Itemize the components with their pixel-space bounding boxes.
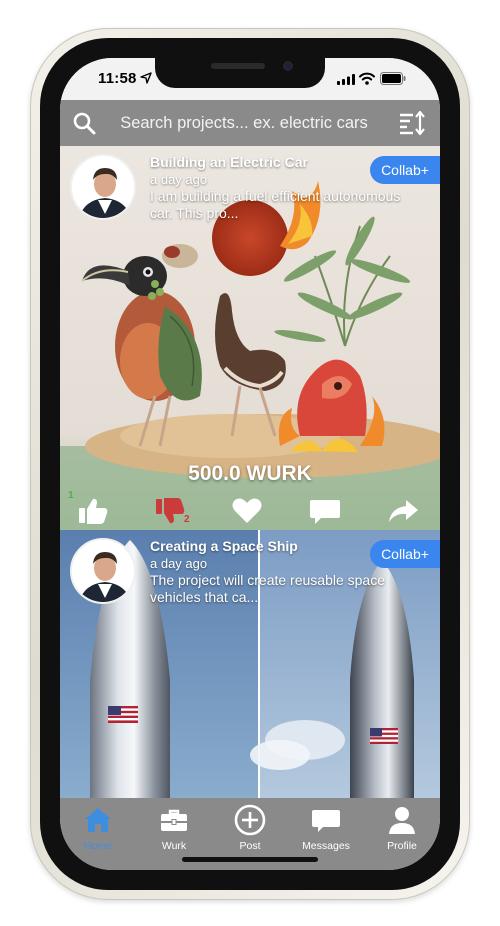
tab-label: Post bbox=[239, 840, 261, 852]
comment-icon[interactable] bbox=[308, 496, 342, 526]
post-description[interactable]: I am building a fuel efficient autonomou… bbox=[150, 188, 412, 222]
heart-icon[interactable] bbox=[230, 496, 264, 526]
tab-label: Messages bbox=[302, 840, 350, 852]
battery-icon bbox=[380, 72, 406, 85]
briefcase-icon bbox=[161, 809, 187, 831]
front-camera bbox=[283, 61, 293, 71]
thumbs-down-icon[interactable] bbox=[153, 496, 187, 526]
post-action-bar: 1 2 bbox=[60, 490, 440, 530]
search-header bbox=[60, 100, 440, 146]
wurk-amount: 500.0 WURK bbox=[188, 462, 312, 485]
wifi-icon bbox=[359, 72, 375, 85]
post-timestamp: a day ago bbox=[150, 556, 208, 571]
tab-home[interactable]: Home bbox=[60, 804, 136, 858]
share-icon[interactable] bbox=[386, 496, 420, 526]
collab-button[interactable]: Collab+ bbox=[370, 540, 440, 568]
post-title[interactable]: Building an Electric Car bbox=[150, 154, 308, 170]
like-count: 1 bbox=[68, 490, 74, 501]
speaker-grille bbox=[211, 63, 265, 69]
post-card[interactable]: Creating a Space Ship a day ago The proj… bbox=[60, 530, 440, 798]
person-icon bbox=[389, 807, 415, 834]
dislike-count: 2 bbox=[184, 514, 190, 525]
chat-icon bbox=[312, 810, 340, 832]
post-timestamp: a day ago bbox=[150, 172, 208, 187]
tab-label: Home bbox=[83, 840, 112, 852]
sort-icon[interactable] bbox=[398, 110, 426, 136]
location-arrow-icon bbox=[140, 72, 152, 84]
home-indicator[interactable] bbox=[182, 857, 318, 862]
tab-label: Wurk bbox=[161, 840, 187, 852]
author-avatar[interactable] bbox=[70, 154, 136, 220]
tab-wurk[interactable]: Wurk bbox=[136, 804, 212, 858]
status-bar: 11:58 bbox=[60, 58, 440, 100]
search-icon[interactable] bbox=[72, 111, 96, 135]
status-time: 11:58 bbox=[98, 70, 137, 87]
post-card[interactable]: Building an Electric Car a day ago I am … bbox=[60, 146, 440, 530]
post-description[interactable]: The project will create reusable space v… bbox=[150, 572, 412, 606]
post-title[interactable]: Creating a Space Ship bbox=[150, 538, 298, 554]
collab-button[interactable]: Collab+ bbox=[370, 156, 440, 184]
search-input[interactable] bbox=[108, 108, 380, 138]
tab-profile[interactable]: Profile bbox=[364, 804, 440, 858]
tab-messages[interactable]: Messages bbox=[288, 804, 364, 858]
thumbs-up-icon[interactable] bbox=[76, 496, 110, 526]
cellular-signal-icon bbox=[337, 74, 355, 85]
app-screen: 11:58 Search projects... ex. electric ca… bbox=[60, 58, 440, 870]
author-avatar[interactable] bbox=[70, 538, 136, 604]
add-circle-icon bbox=[234, 804, 266, 836]
tab-label: Profile bbox=[387, 840, 417, 852]
tab-post[interactable]: Post bbox=[212, 804, 288, 858]
notch bbox=[155, 58, 325, 88]
home-icon bbox=[85, 808, 111, 832]
